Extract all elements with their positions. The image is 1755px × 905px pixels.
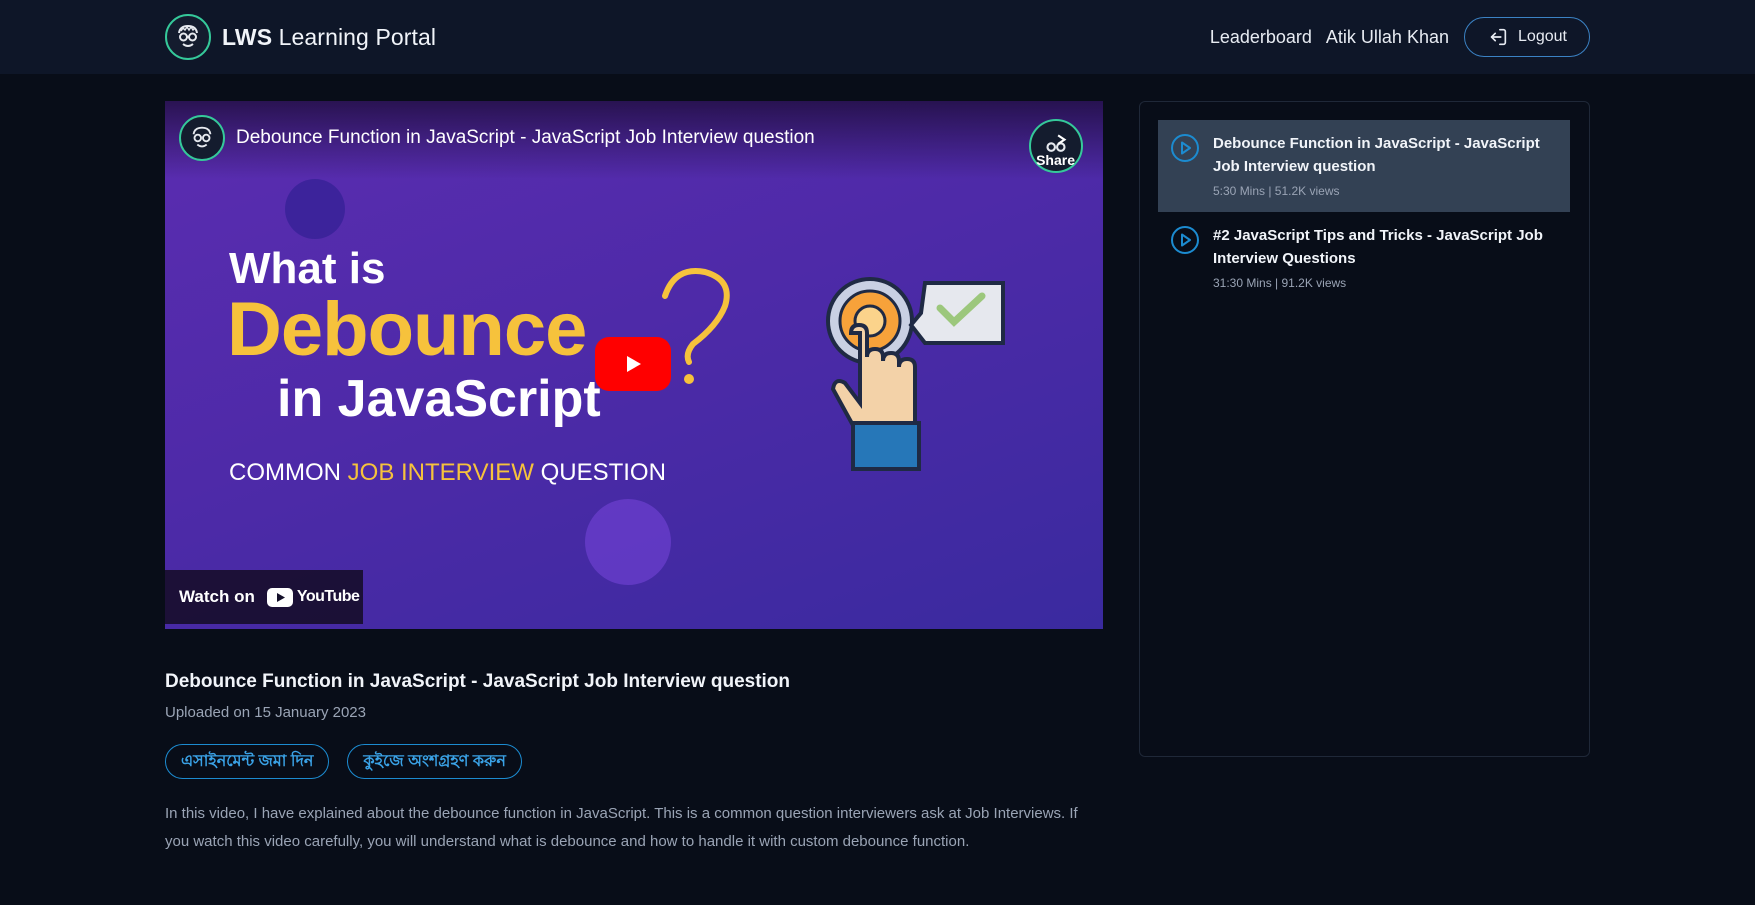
play-circle-icon: [1171, 134, 1199, 162]
play-button[interactable]: [595, 337, 671, 391]
logout-icon: [1490, 28, 1507, 46]
hand-click-illustration: [826, 277, 1005, 471]
playlist-item-title: #2 JavaScript Tips and Tricks - JavaScri…: [1213, 227, 1543, 267]
top-navbar: LWS Learning Portal Leaderboard Atik Ull…: [0, 0, 1755, 74]
decor-circle: [285, 179, 345, 239]
upload-date: Uploaded on 15 January 2023: [165, 704, 366, 721]
lws-logo-icon: [165, 14, 211, 60]
watch-on-youtube-button[interactable]: Watch on YouTube: [165, 570, 363, 624]
nav-actions: Leaderboard Atik Ullah Khan Logout: [1210, 17, 1590, 57]
youtube-logo: YouTube: [266, 587, 360, 607]
playlist-item-meta: 5:30 Mins | 51.2K views: [1213, 184, 1340, 198]
logout-button[interactable]: Logout: [1464, 17, 1590, 57]
submit-assignment-button[interactable]: এসাইনমেন্ট জমা দিন: [165, 744, 330, 779]
video-heading: Debounce Function in JavaScript - JavaSc…: [165, 671, 791, 692]
thumbnail-text: in JavaScript: [277, 370, 601, 428]
playlist-item[interactable]: Debounce Function in JavaScript - JavaSc…: [1158, 120, 1570, 212]
video-description: In this video, I have explained about th…: [165, 805, 1078, 850]
watch-on-label: Watch on: [179, 587, 255, 606]
playlist-item[interactable]: #2 JavaScript Tips and Tricks - JavaScri…: [1158, 212, 1570, 304]
brand-title: LWS Learning Portal: [222, 23, 437, 50]
video-title-overlay[interactable]: Debounce Function in JavaScript - JavaSc…: [236, 127, 815, 149]
thumbnail-headline: Debounce: [227, 287, 587, 372]
decor-circle: [585, 499, 671, 585]
video-player[interactable]: Debounce Function in JavaScript - JavaSc…: [165, 101, 1103, 629]
play-circle-icon: [1171, 226, 1199, 254]
brand[interactable]: LWS Learning Portal: [165, 14, 436, 60]
channel-avatar-icon[interactable]: [179, 115, 225, 161]
share-label[interactable]: Share: [1036, 152, 1075, 168]
thumbnail-subtitle: COMMON JOB INTERVIEW QUESTION: [229, 459, 666, 486]
action-buttons: এসাইনমেন্ট জমা দিন কুইজে অংশগ্রহণ করুন: [165, 744, 540, 779]
playlist-item-title: Debounce Function in JavaScript - JavaSc…: [1213, 135, 1540, 175]
logout-label: Logout: [1518, 28, 1567, 45]
video-playlist: Debounce Function in JavaScript - JavaSc…: [1139, 101, 1590, 757]
youtube-icon: [266, 587, 293, 607]
playlist-item-meta: 31:30 Mins | 91.2K views: [1213, 276, 1347, 290]
take-quiz-button[interactable]: কুইজে অংশগ্রহণ করুন: [347, 744, 522, 779]
user-name[interactable]: Atik Ullah Khan: [1326, 27, 1449, 48]
leaderboard-link[interactable]: Leaderboard: [1210, 27, 1312, 48]
play-icon: [627, 356, 641, 372]
